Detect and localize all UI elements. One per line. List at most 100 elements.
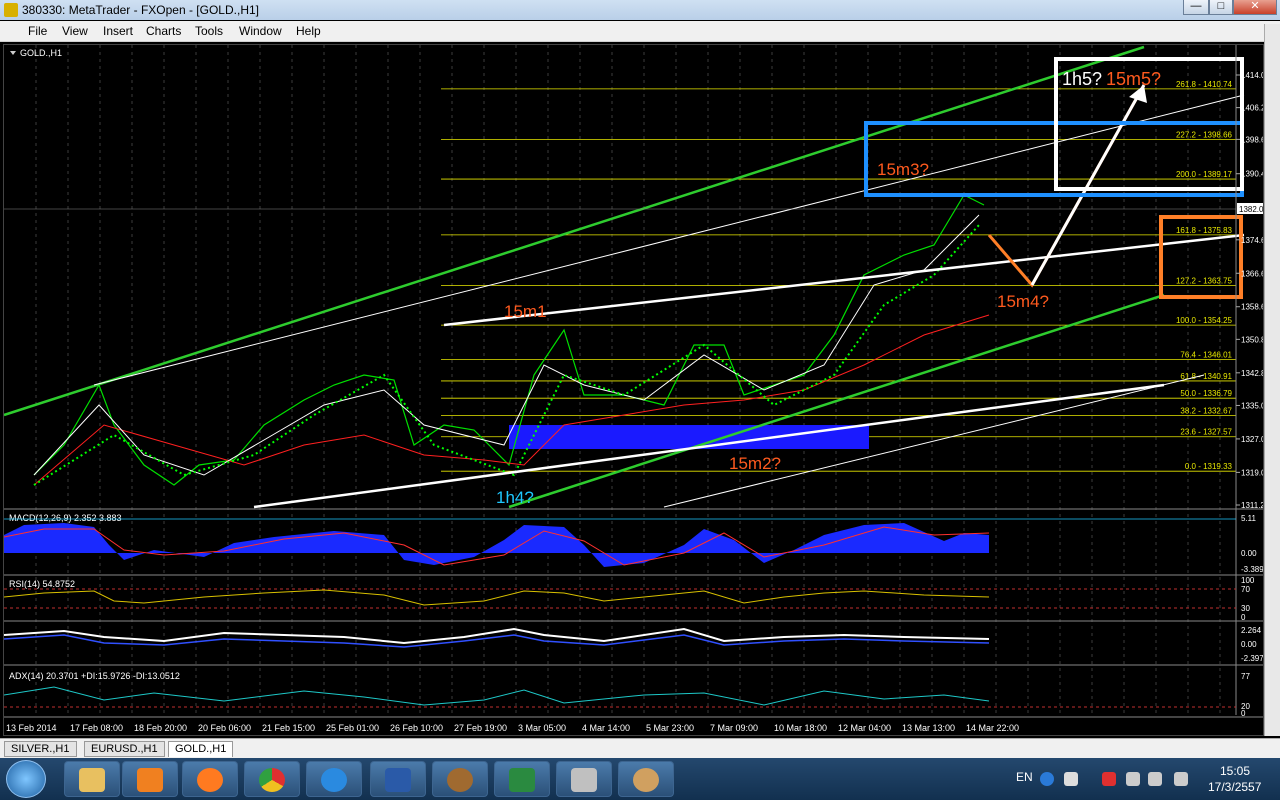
ie-task-button[interactable] [306,761,362,797]
firefox-task-button[interactable] [182,761,238,797]
close-button[interactable]: ✕ [1233,0,1277,15]
price-tick-label: 1414.05 [1241,71,1263,80]
chrome-icon [259,768,285,792]
rsi-label: RSI(14) 54.8752 [9,579,75,589]
fibonacci-levels: 261.8 - 1410.74 227.2 - 1398.66 200.0 - 13… [441,80,1236,472]
wave-label-1h5: 1h5? [1062,69,1102,89]
price-tick-label: 1335.05 [1241,401,1263,410]
price-tick-label: 1374.65 [1241,236,1263,245]
fib-level-label: 100.0 - 1354.25 [1176,316,1233,325]
folder-icon [79,768,105,792]
internet-explorer-icon [321,768,347,792]
menu-tools[interactable]: Tools [195,24,223,38]
rsi-scale-30: 30 [1241,604,1250,613]
taskbar: EN 15:05 17/3/2557 [0,758,1280,800]
metatrader-task-button[interactable] [556,761,612,797]
current-price-label: 1382.05 [1239,205,1263,214]
rsi-scale-70: 70 [1241,585,1250,594]
rsi-scale-100: 100 [1241,576,1255,585]
fib-level-label: 261.8 - 1410.74 [1176,80,1233,89]
adx-line [4,686,990,706]
fib-level-label: 38.2 - 1332.67 [1180,406,1232,415]
menu-view[interactable]: View [62,24,88,38]
wave-label-15m4: 15m4? [997,292,1049,311]
menu-help[interactable]: Help [296,24,321,38]
price-tick-label: 1350.85 [1241,335,1263,344]
metatrader-icon [571,768,597,792]
chrome-task-button[interactable] [244,761,300,797]
title-bar: 380330: MetaTrader - FXOpen - [GOLD.,H1]… [0,0,1280,20]
time-label: 4 Mar 14:00 [582,723,630,733]
help-icon[interactable] [1040,772,1054,786]
time-axis: 13 Feb 2014 17 Feb 08:00 18 Feb 20:00 20 Fe… [6,723,1019,733]
macd-scale-top: 5.11 [1241,514,1257,523]
paint-task-button[interactable] [618,761,674,797]
support-zone [509,425,869,449]
macd-label: MACD(12,26,9) 2.352 3.883 [9,513,122,523]
time-label: 12 Mar 04:00 [838,723,891,733]
flag-icon[interactable] [1174,772,1188,786]
moving-average-red [33,314,990,486]
price-tick-label: 1319.05 [1241,468,1263,477]
price-tick-label: 1390.45 [1241,170,1263,179]
wave-label-15m3: 15m3? [877,160,929,179]
price-tick-label: 1342.85 [1241,369,1263,378]
dropdown-triangle-icon [10,51,16,55]
symbol-label: GOLD.,H1 [20,48,62,58]
tab-eurusd[interactable]: EURUSD.,H1 [84,741,165,757]
system-tray: EN 15:05 17/3/2557 [1010,758,1280,800]
wave-label-15m1: 15m1 [504,302,547,321]
wave-label-1h4: 1h4? [496,488,534,507]
menu-insert[interactable]: Insert [103,24,133,38]
firefox-icon [197,768,223,792]
clock-time[interactable]: 15:05 [1220,764,1250,778]
price-tick-label: 1398.66 [1241,135,1263,144]
fib-level-label: 127.2 - 1363.75 [1176,276,1233,285]
rsi-line [4,589,990,606]
menu-charts[interactable]: Charts [146,24,181,38]
language-indicator[interactable]: EN [1016,770,1033,784]
volume-icon[interactable] [1148,772,1162,786]
chart-tabs: SILVER.,H1 EURUSD.,H1 GOLD.,H1 [0,738,1280,758]
projection-path-white [1030,84,1146,286]
chart-window[interactable]: 261.8 - 1410.74 227.2 - 1398.66 200.0 - 13… [3,44,1264,736]
macd-scale-bottom: -3.389 [1241,565,1263,574]
tab-silver[interactable]: SILVER.,H1 [4,741,77,757]
oscillator-scale-mid: 0.00 [1241,640,1257,649]
fib-level-label: 161.8 - 1375.83 [1176,226,1233,235]
word-task-button[interactable] [370,761,426,797]
alert-icon[interactable] [1102,772,1116,786]
price-tick-label: 1406.25 [1241,104,1263,113]
price-tick-label: 1327.05 [1241,435,1263,444]
time-label: 13 Mar 13:00 [902,723,955,733]
tab-gold[interactable]: GOLD.,H1 [168,741,234,757]
network-icon[interactable] [1126,772,1140,786]
media-player-task-button[interactable] [122,761,178,797]
time-label: 14 Mar 22:00 [966,723,1019,733]
fib-level-label: 76.4 - 1346.01 [1180,351,1232,360]
adx-scale-top: 77 [1241,672,1250,681]
wave-label-15m2: 15m2? [729,454,781,473]
menu-file[interactable]: File [28,24,47,38]
time-label: 25 Feb 01:00 [326,723,379,733]
fib-level-label: 50.0 - 1336.79 [1180,389,1232,398]
tray-arrow-icon[interactable] [1064,772,1078,786]
excel-task-button[interactable] [494,761,550,797]
clock-date[interactable]: 17/3/2557 [1208,780,1261,794]
media-player-icon [137,768,163,792]
start-button[interactable] [6,760,46,798]
menu-window[interactable]: Window [239,24,282,38]
time-label: 20 Feb 06:00 [198,723,251,733]
window-title: 380330: MetaTrader - FXOpen - [GOLD.,H1] [22,3,259,17]
metatrader-app-icon [4,3,18,17]
price-chart[interactable]: 261.8 - 1410.74 227.2 - 1398.66 200.0 - 13… [4,45,1263,735]
app-task-button[interactable] [432,761,488,797]
app-icon [447,768,473,792]
maximize-button[interactable]: □ [1209,0,1233,15]
time-label: 3 Mar 05:00 [518,723,566,733]
wave-label-15m5: 15m5? [1106,69,1161,89]
window-scrollbar[interactable] [1264,24,1280,736]
explorer-task-button[interactable] [64,761,120,797]
minimize-button[interactable]: — [1183,0,1209,15]
excel-icon [509,768,535,792]
